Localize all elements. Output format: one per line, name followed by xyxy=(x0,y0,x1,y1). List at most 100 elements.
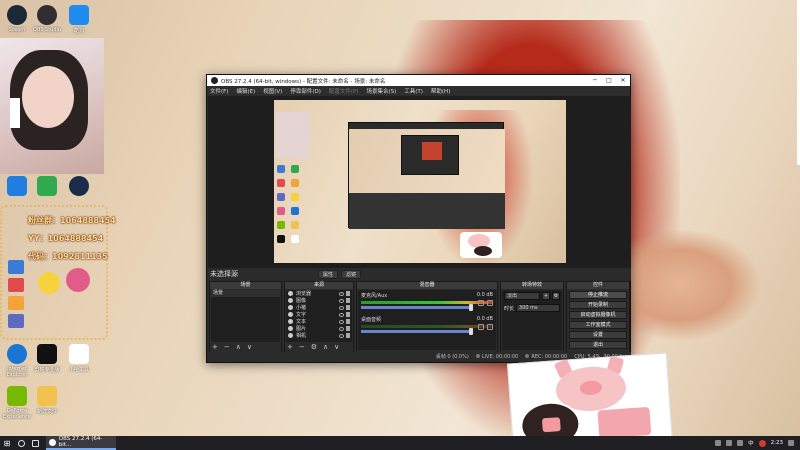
volume-fader[interactable] xyxy=(361,328,473,335)
close-button[interactable]: ✕ xyxy=(616,77,630,84)
add-scene-button[interactable]: + xyxy=(212,343,218,351)
menu-docks[interactable]: 停靠部件(D) xyxy=(290,87,321,95)
app-icon xyxy=(37,176,57,196)
desktop-icon-steam[interactable]: Steam xyxy=(2,5,32,33)
lock-icon[interactable] xyxy=(346,333,350,338)
move-down-button[interactable]: ∨ xyxy=(247,343,252,351)
settings-icon[interactable] xyxy=(487,300,493,306)
transitions-dock-title: 转场特效 xyxy=(501,282,563,289)
volume-fader[interactable] xyxy=(361,304,473,311)
obs-titlebar[interactable]: OBS 27.2.4 (64-bit, windows) - 配置文件: 未命名… xyxy=(207,75,630,86)
lock-icon[interactable] xyxy=(346,305,350,310)
lock-icon[interactable] xyxy=(346,291,350,296)
remove-source-button[interactable]: − xyxy=(299,343,305,351)
source-item[interactable]: 图片 xyxy=(286,325,352,332)
taskbar: ⊞ OBS 27.2.4 (64-bit... 中 2:23 xyxy=(0,436,800,450)
eye-icon[interactable] xyxy=(339,291,344,296)
source-item[interactable]: 文本 xyxy=(286,318,352,325)
clock[interactable]: 2:23 xyxy=(771,440,783,446)
task-view-button[interactable] xyxy=(28,436,42,450)
start-recording-button[interactable]: 开始录制 xyxy=(569,301,627,309)
eye-icon[interactable] xyxy=(339,312,344,317)
eye-icon[interactable] xyxy=(339,326,344,331)
tray-icon[interactable] xyxy=(715,440,722,446)
move-up-button[interactable]: ∧ xyxy=(236,343,241,351)
source-item[interactable]: 文字 xyxy=(286,311,352,318)
settings-button[interactable]: 设置 xyxy=(569,331,627,339)
menu-edit[interactable]: 编辑(E) xyxy=(236,87,255,95)
menu-profile[interactable]: 配置文件(P) xyxy=(329,87,359,95)
overlay-yy: YY：1064888454 xyxy=(28,234,104,243)
speaker-icon[interactable] xyxy=(478,300,484,306)
desktop-icon-kugou[interactable]: 酷狗 xyxy=(64,5,94,34)
lock-icon[interactable] xyxy=(346,326,350,331)
duration-input[interactable]: 300 ms xyxy=(516,304,560,312)
menu-view[interactable]: 视图(V) xyxy=(263,87,282,95)
exit-button[interactable]: 退出 xyxy=(569,341,627,349)
desktop-icon-tool[interactable]: 小哈工具 xyxy=(64,344,94,373)
mixer-channel-desktop: 桌面音频 0.0 dB xyxy=(358,314,496,338)
menu-tools[interactable]: 工具(T) xyxy=(404,87,423,95)
app-tray-icon[interactable] xyxy=(758,439,766,447)
eye-icon[interactable] xyxy=(339,319,344,324)
input-method[interactable]: 中 xyxy=(748,439,754,447)
obs-preview[interactable] xyxy=(208,96,631,268)
filters-button[interactable]: 滤镜 xyxy=(341,269,362,279)
add-source-button[interactable]: + xyxy=(287,343,293,351)
source-item[interactable]: 相机 xyxy=(286,332,352,339)
source-item[interactable]: 图像 xyxy=(286,297,352,304)
source-item[interactable]: 浏览器 xyxy=(286,290,352,297)
add-transition-button[interactable]: + xyxy=(542,292,550,300)
menu-file[interactable]: 文件(F) xyxy=(210,87,228,95)
transition-select[interactable]: 淡出 xyxy=(504,292,540,300)
steam-icon xyxy=(7,5,27,25)
sources-dock: 来源 浏览器 图像 小猪 文字 文本 图片 相机 + − ⚙ ∧ ∨ xyxy=(284,281,354,353)
stop-streaming-button[interactable]: 停止推流 xyxy=(569,291,627,299)
network-icon[interactable] xyxy=(726,440,733,446)
eye-icon[interactable] xyxy=(339,298,344,303)
lock-icon[interactable] xyxy=(346,312,350,317)
source-item[interactable]: 小猪 xyxy=(286,304,352,311)
capcut-icon xyxy=(37,344,57,364)
maximize-button[interactable]: □ xyxy=(602,77,616,84)
settings-icon[interactable] xyxy=(487,324,493,330)
move-down-button[interactable]: ∨ xyxy=(334,343,339,351)
obs-window[interactable]: OBS 27.2.4 (64-bit, windows) - 配置文件: 未命名… xyxy=(206,74,631,363)
desktop-icon-1[interactable] xyxy=(2,176,32,198)
properties-button[interactable]: 属性 xyxy=(318,269,339,279)
transition-settings-icon[interactable]: ⚙ xyxy=(552,292,560,300)
desktop-icon-3[interactable] xyxy=(64,176,94,198)
search-button[interactable] xyxy=(14,436,28,450)
scene-item[interactable]: 场景 xyxy=(211,290,280,297)
eye-icon[interactable] xyxy=(339,305,344,310)
duration-label: 时长 xyxy=(504,305,515,312)
desktop-icon-capcut[interactable]: 剪映专业版 xyxy=(32,344,62,373)
menu-help[interactable]: 帮助(H) xyxy=(431,87,450,95)
desktop-icon-2[interactable] xyxy=(32,176,62,198)
desktop-icon-geforce[interactable]: GeForce Experience xyxy=(2,386,32,420)
start-virtual-camera-button[interactable]: 启动虚拟摄像机 xyxy=(569,311,627,319)
move-up-button[interactable]: ∧ xyxy=(323,343,328,351)
desktop-icon-obs[interactable]: OBS Studio xyxy=(32,5,62,33)
taskbar-app-obs[interactable]: OBS 27.2.4 (64-bit... xyxy=(46,436,116,450)
file-icon xyxy=(37,386,57,406)
desktop-icon-file[interactable]: 新建文件 xyxy=(32,386,62,415)
desktop-icon-ie[interactable]: Internet Explorer xyxy=(2,344,32,378)
studio-mode-button[interactable]: 工作室模式 xyxy=(569,321,627,329)
menu-scene-collection[interactable]: 场景集合(S) xyxy=(366,87,396,95)
source-settings-icon[interactable]: ⚙ xyxy=(311,343,317,351)
minimize-button[interactable]: ─ xyxy=(588,77,602,84)
start-button[interactable]: ⊞ xyxy=(0,436,14,450)
remove-scene-button[interactable]: − xyxy=(224,343,230,351)
notification-icon[interactable] xyxy=(788,440,794,446)
volume-meter xyxy=(361,301,493,304)
speaker-icon[interactable] xyxy=(478,324,484,330)
lock-icon[interactable] xyxy=(346,298,350,303)
emoji-sticker-2 xyxy=(66,268,90,292)
transitions-dock: 转场特效 淡出 + ⚙ 时长 300 ms xyxy=(500,281,564,353)
volume-icon[interactable] xyxy=(737,440,744,446)
lock-icon[interactable] xyxy=(346,319,350,324)
preview-pig-sticker xyxy=(460,232,502,258)
eye-icon[interactable] xyxy=(339,333,344,338)
browser-icon xyxy=(288,291,293,296)
